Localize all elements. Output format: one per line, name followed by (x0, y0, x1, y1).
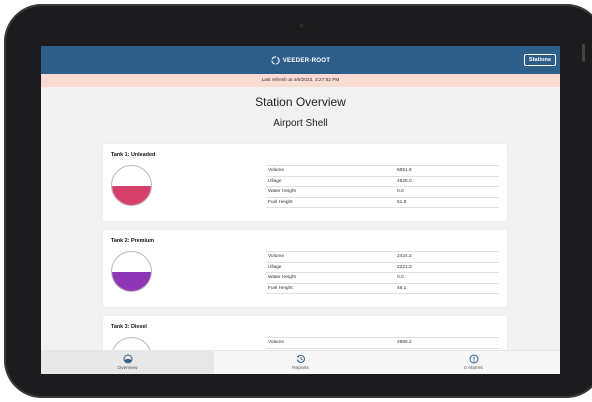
metric-label: Volume (266, 165, 395, 177)
veeder-root-logo-icon (271, 55, 280, 65)
table-row: Fuel Height 51.8 (266, 197, 499, 208)
tab-alarms[interactable]: 0 Alarms (387, 351, 560, 374)
metric-value: 46.1 (395, 283, 499, 294)
tank-fill (112, 185, 151, 205)
metric-label: Water Height (266, 186, 395, 198)
metric-label: Ullage (266, 262, 395, 273)
tank-metrics-table: Volume 2424.2 Ullage 2221.3 Water Height 0.… (266, 251, 499, 294)
metric-value: 2986.2 (395, 337, 499, 349)
station-overview-content[interactable]: Station Overview Airport Shell Tank 1: U… (41, 87, 560, 350)
metric-label: Fuel Height (266, 283, 395, 294)
metric-label: Volume (266, 337, 395, 349)
tab-overview[interactable]: Overview (41, 351, 214, 374)
side-button (582, 44, 585, 62)
last-refresh-banner: Last refresh at 4/6/2023, 3:27:52 PM (41, 74, 560, 87)
tank-level-indicator (111, 337, 152, 350)
tab-label: Overview (117, 366, 138, 371)
tank-fill (112, 271, 151, 291)
alert-icon (469, 354, 478, 364)
brand-logo: VEEDER-ROOT (271, 55, 331, 65)
table-row: Ullage 4525.0 (266, 176, 499, 187)
tank-name: Tank 3: Diesel (111, 324, 147, 330)
table-row: Volume 2424.2 (266, 251, 499, 263)
tank-metrics-table: Volume 2986.2 (266, 337, 499, 349)
tank-card[interactable]: Tank 1: Unleaded Volume 6851.6 Ullage 4525… (103, 144, 507, 221)
tank-metrics-table: Volume 6851.6 Ullage 4525.0 Water Height 0.… (266, 165, 499, 208)
table-row: Volume 2986.2 (266, 337, 499, 349)
metric-label: Fuel Height (266, 197, 395, 208)
tab-label: 0 Alarms (464, 366, 483, 371)
page-title: Station Overview (255, 95, 346, 109)
app-screen: VEEDER-ROOT Stations Last refresh at 4/6… (41, 46, 560, 374)
table-row: Volume 6851.6 (266, 165, 499, 177)
table-row: Water Height 0.0 (266, 186, 499, 198)
metric-value: 2424.2 (395, 251, 499, 263)
bottom-tab-bar: Overview Reports 0 Alarms (41, 350, 560, 374)
tank-card[interactable]: Tank 2: Premium Volume 2424.2 Ullage 2221.… (103, 230, 507, 307)
metric-label: Volume (266, 251, 395, 263)
gauge-icon (123, 354, 132, 364)
metric-value: 6851.6 (395, 165, 499, 177)
camera-icon (298, 22, 305, 29)
stations-button[interactable]: Stations (523, 54, 556, 66)
tank-name: Tank 1: Unleaded (111, 152, 156, 158)
table-row: Water Height 0.0 (266, 272, 499, 284)
metric-label: Ullage (266, 176, 395, 187)
metric-value: 51.8 (395, 197, 499, 208)
metric-value: 2221.3 (395, 262, 499, 273)
metric-value: 4525.0 (395, 176, 499, 187)
tab-label: Reports (292, 366, 309, 371)
metric-value: 0.0 (395, 186, 499, 198)
tank-level-indicator (111, 251, 152, 292)
tank-level-indicator (111, 165, 152, 206)
tablet-frame: VEEDER-ROOT Stations Last refresh at 4/6… (4, 4, 592, 398)
table-row: Ullage 2221.3 (266, 262, 499, 273)
tank-card[interactable]: Tank 3: Diesel Volume 2986.2 (103, 316, 507, 350)
history-icon (296, 354, 305, 363)
brand-name: VEEDER-ROOT (282, 56, 331, 64)
metric-label: Water Height (266, 272, 395, 284)
top-navbar: VEEDER-ROOT Stations (41, 46, 560, 74)
table-row: Fuel Height 46.1 (266, 283, 499, 294)
tank-name: Tank 2: Premium (111, 238, 155, 244)
site-name: Airport Shell (273, 118, 328, 129)
metric-value: 0.0 (395, 272, 499, 284)
tab-reports[interactable]: Reports (214, 351, 387, 374)
